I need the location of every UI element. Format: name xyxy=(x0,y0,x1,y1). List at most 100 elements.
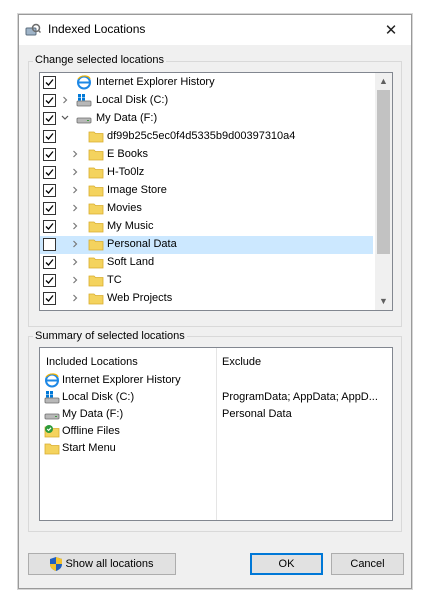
tree-checkbox[interactable] xyxy=(43,166,56,179)
checkmark-icon xyxy=(45,223,54,230)
tree-checkbox[interactable] xyxy=(43,220,56,233)
indexing-options-icon xyxy=(25,23,41,36)
summary-row: Offline Files xyxy=(44,424,384,441)
ok-button[interactable]: OK xyxy=(250,553,323,575)
folder-icon xyxy=(88,291,104,306)
close-icon: ✕ xyxy=(384,22,398,39)
folder-icon xyxy=(88,273,104,288)
tree-scrollbar[interactable]: ▲ ▼ xyxy=(375,73,392,310)
tree-row-label: Soft Land xyxy=(107,256,155,268)
tree-row-label: H-To0lz xyxy=(107,166,145,178)
tree-row-label: Personal Data xyxy=(107,238,177,250)
tree-row[interactable]: Web Projects xyxy=(40,290,373,308)
summary-label: Summary of selected locations xyxy=(33,330,187,342)
tree-checkbox[interactable] xyxy=(43,292,56,305)
tree-row[interactable]: My Music xyxy=(40,218,373,236)
cancel-button[interactable]: Cancel xyxy=(331,553,404,575)
tree-checkbox[interactable] xyxy=(43,184,56,197)
tree-row[interactable]: E Books xyxy=(40,146,373,164)
summary-exclude: Personal Data xyxy=(222,408,292,420)
tree-row[interactable]: Image Store xyxy=(40,182,373,200)
tree-row[interactable]: TC xyxy=(40,272,373,290)
summary-row: Start Menu xyxy=(44,441,384,458)
checkmark-icon xyxy=(45,115,54,122)
folder-icon xyxy=(88,165,104,180)
checkmark-icon xyxy=(45,169,54,176)
show-all-locations-button[interactable]: Show all locations xyxy=(28,553,176,575)
tree-checkbox[interactable] xyxy=(43,94,56,107)
title-bar: Indexed Locations ✕ xyxy=(19,15,411,45)
tree-row[interactable]: Personal Data xyxy=(40,236,373,254)
scroll-thumb[interactable] xyxy=(377,90,390,254)
drive-windows-icon xyxy=(76,93,92,108)
offline-files-icon xyxy=(44,424,60,439)
scroll-up-arrow-icon[interactable]: ▲ xyxy=(375,73,392,90)
chevron-right-icon[interactable] xyxy=(60,94,70,106)
summary-row: My Data (F:) Personal Data xyxy=(44,407,384,424)
ie-history-icon xyxy=(76,75,92,90)
chevron-right-icon[interactable] xyxy=(70,220,80,232)
summary-list: Included Locations Exclude Internet Expl… xyxy=(39,347,393,521)
tree-checkbox[interactable] xyxy=(43,238,56,251)
checkmark-icon xyxy=(45,259,54,266)
tree-row-label: Movies xyxy=(107,202,142,214)
tree-checkbox[interactable] xyxy=(43,76,56,89)
show-all-locations-label: Show all locations xyxy=(65,558,154,570)
folder-icon xyxy=(88,183,104,198)
tree-row[interactable]: Internet Explorer History xyxy=(40,74,373,92)
tree-checkbox[interactable] xyxy=(43,256,56,269)
summary-exclude: ProgramData; AppData; AppD... xyxy=(222,391,378,403)
checkmark-icon xyxy=(45,133,54,140)
tree-row-label: Image Store xyxy=(107,184,167,196)
tree-row[interactable]: df99b25c5ec0f4d5335b9d00397310a4 xyxy=(40,128,373,146)
drive-windows-icon xyxy=(44,390,60,405)
summary-row: Internet Explorer History xyxy=(44,373,384,390)
locations-tree[interactable]: Internet Explorer History Local Disk (C:)… xyxy=(39,72,393,311)
tree-checkbox[interactable] xyxy=(43,130,56,143)
scroll-down-arrow-icon[interactable]: ▼ xyxy=(375,293,392,310)
summary-row: Local Disk (C:) ProgramData; AppData; App… xyxy=(44,390,384,407)
ie-history-icon xyxy=(44,373,59,388)
folder-icon xyxy=(88,237,104,252)
indexed-locations-dialog: Indexed Locations ✕ Change selected loca… xyxy=(18,14,412,589)
summary-location: My Data (F:) xyxy=(62,408,124,420)
exclude-header: Exclude xyxy=(222,356,262,368)
chevron-right-icon[interactable] xyxy=(70,292,80,304)
tree-row[interactable]: Soft Land xyxy=(40,254,373,272)
tree-row-label: df99b25c5ec0f4d5335b9d00397310a4 xyxy=(107,130,296,142)
tree-row[interactable]: My Data (F:) xyxy=(40,110,373,128)
drive-icon xyxy=(76,111,92,126)
chevron-right-icon[interactable] xyxy=(70,184,80,196)
tree-row[interactable]: H-To0lz xyxy=(40,164,373,182)
chevron-down-icon[interactable] xyxy=(60,112,70,124)
checkmark-icon xyxy=(45,295,54,302)
ok-label: OK xyxy=(278,558,295,570)
tree-checkbox[interactable] xyxy=(43,202,56,215)
checkmark-icon xyxy=(45,151,54,158)
chevron-right-icon[interactable] xyxy=(70,166,80,178)
chevron-right-icon[interactable] xyxy=(70,274,80,286)
folder-icon xyxy=(88,129,104,144)
folder-icon xyxy=(88,219,104,234)
tree-checkbox[interactable] xyxy=(43,112,56,125)
summary-location: Internet Explorer History xyxy=(62,374,181,386)
tree-row[interactable]: Local Disk (C:) xyxy=(40,92,373,110)
tree-row-label: Local Disk (C:) xyxy=(96,94,169,106)
tree-checkbox[interactable] xyxy=(43,274,56,287)
chevron-right-icon[interactable] xyxy=(70,202,80,214)
tree-checkbox[interactable] xyxy=(43,148,56,161)
chevron-right-icon[interactable] xyxy=(70,238,80,250)
tree-row[interactable]: Movies xyxy=(40,200,373,218)
change-locations-label: Change selected locations xyxy=(33,54,167,66)
drive-icon xyxy=(44,407,60,422)
chevron-right-icon[interactable] xyxy=(70,256,80,268)
tree-row-label: Web Projects xyxy=(107,292,173,304)
tree-row-label: My Data (F:) xyxy=(96,112,158,124)
summary-location: Local Disk (C:) xyxy=(62,391,135,403)
folder-icon xyxy=(44,441,60,456)
close-button[interactable]: ✕ xyxy=(371,15,411,45)
checkmark-icon xyxy=(45,79,54,86)
chevron-right-icon[interactable] xyxy=(70,148,80,160)
summary-location: Offline Files xyxy=(62,425,120,437)
tree-row-label: E Books xyxy=(107,148,148,160)
